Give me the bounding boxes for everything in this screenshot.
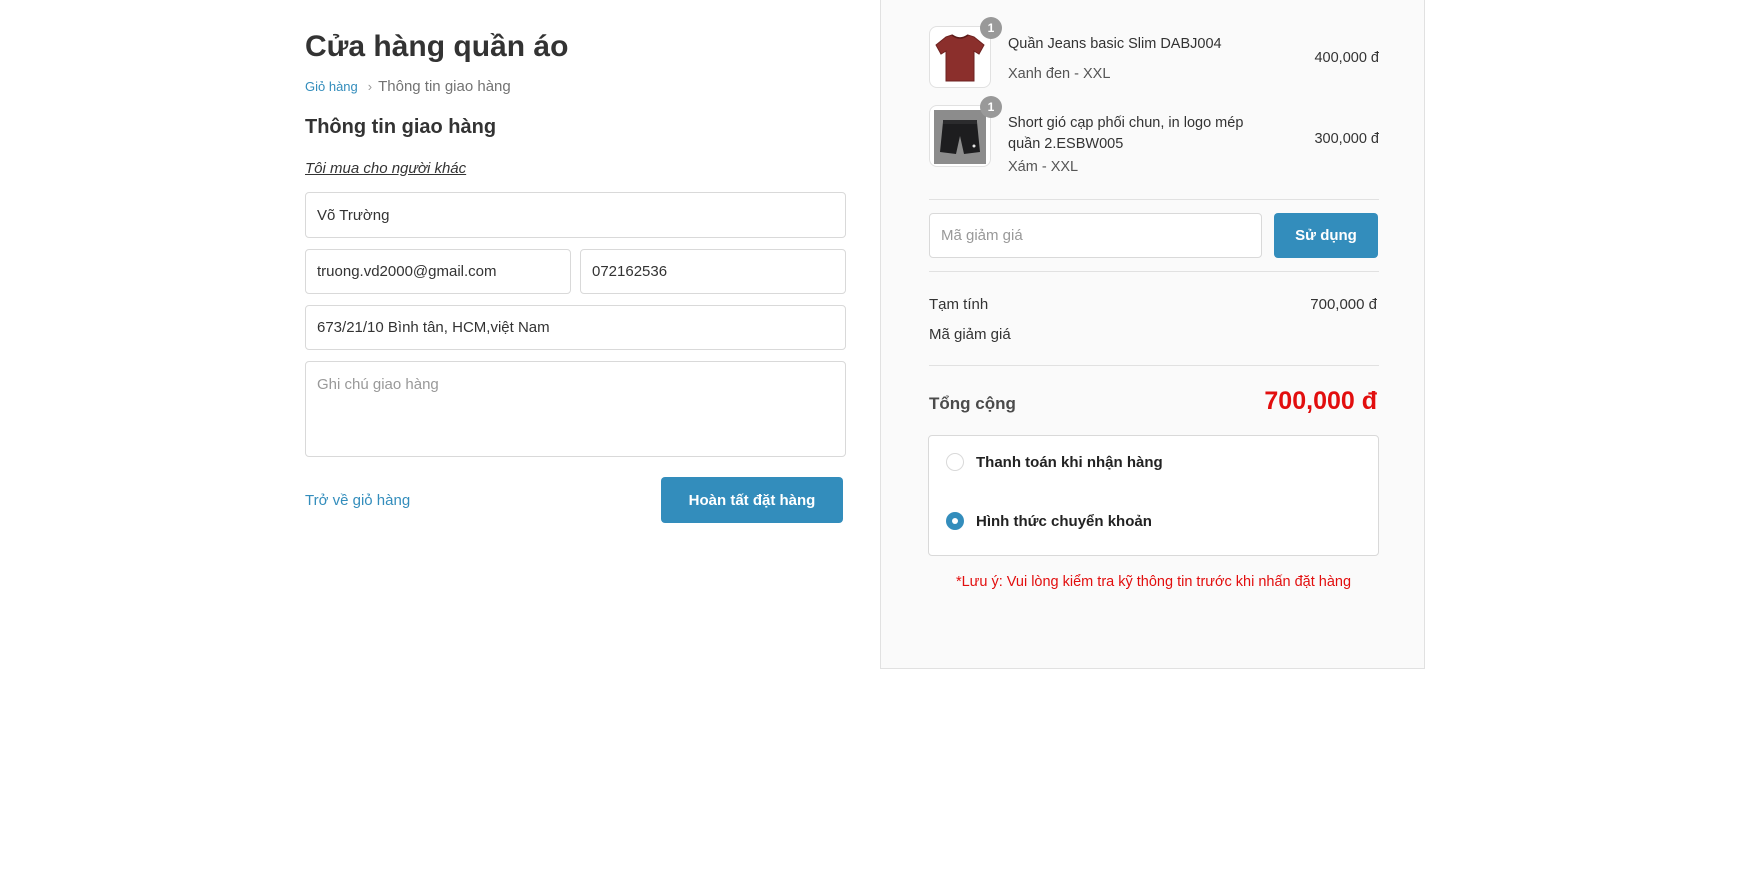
shorts-icon <box>934 110 986 164</box>
apply-coupon-button[interactable]: Sử dụng <box>1274 213 1378 258</box>
product-name: Short gió cạp phối chun, in logo mép quầ… <box>1008 115 1244 152</box>
radio-checked[interactable] <box>946 512 964 530</box>
payment-option-cod[interactable]: Thanh toán khi nhận hàng <box>946 453 1163 471</box>
back-to-cart-link[interactable]: Trở về giỏ hàng <box>305 492 410 509</box>
store-title: Cửa hàng quần áo <box>305 30 569 63</box>
complete-order-button[interactable]: Hoàn tất đặt hàng <box>661 477 843 523</box>
divider <box>929 271 1379 272</box>
black-shorts-image: 1 <box>929 96 1002 167</box>
delivery-note-field[interactable] <box>305 361 846 457</box>
payment-option-label: Thanh toán khi nhận hàng <box>976 453 1163 471</box>
coupon-input[interactable] <box>929 213 1262 258</box>
payment-option-transfer[interactable]: Hình thức chuyển khoản <box>946 512 1152 530</box>
order-item: 1 Quần Jeans basic Slim DABJ004 Xanh đen… <box>929 17 1379 90</box>
product-variant: Xám - XXL <box>1008 159 1079 175</box>
phone-field[interactable] <box>580 249 846 294</box>
red-tshirt-image: 1 <box>929 17 1002 88</box>
order-summary-sidebar: 1 Quần Jeans basic Slim DABJ004 Xanh đen… <box>880 0 1425 669</box>
product-price: 400,000 đ <box>1314 50 1379 66</box>
email-field[interactable] <box>305 249 571 294</box>
address-field[interactable] <box>305 305 846 350</box>
section-title: Thông tin giao hàng <box>305 116 497 138</box>
product-price: 300,000 đ <box>1314 131 1379 147</box>
product-name: Quần Jeans basic Slim DABJ004 <box>1008 36 1222 52</box>
payment-option-label: Hình thức chuyển khoản <box>976 512 1152 530</box>
subtotal-value: 700,000 đ <box>1310 296 1377 313</box>
name-field[interactable] <box>305 192 846 238</box>
total-value: 700,000 đ <box>1264 387 1377 415</box>
tshirt-icon <box>935 34 985 82</box>
divider <box>929 199 1379 200</box>
quantity-badge: 1 <box>980 17 1002 39</box>
product-variant: Xanh đen - XXL <box>1008 66 1111 82</box>
total-label: Tổng cộng <box>929 394 1016 413</box>
radio-unchecked[interactable] <box>946 453 964 471</box>
divider <box>929 365 1379 366</box>
order-item: 1 Short gió cạp phối chun, in logo mép q… <box>929 96 1379 175</box>
subtotal-label: Tạm tính <box>929 296 989 313</box>
breadcrumb-current: Thông tin giao hàng <box>378 78 511 95</box>
buy-for-other-link[interactable]: Tôi mua cho người khác <box>305 160 466 177</box>
payment-methods: Thanh toán khi nhận hàng Hình thức chuyể… <box>928 435 1379 556</box>
quantity-badge: 1 <box>980 96 1002 118</box>
warning-note: *Lưu ý: Vui lòng kiểm tra kỹ thông tin t… <box>955 574 1352 590</box>
chevron-right-icon: › <box>367 79 373 94</box>
breadcrumb: Giỏ hàng › Thông tin giao hàng <box>305 78 511 95</box>
breadcrumb-cart-link[interactable]: Giỏ hàng <box>305 79 358 94</box>
discount-label: Mã giảm giá <box>929 326 1011 343</box>
